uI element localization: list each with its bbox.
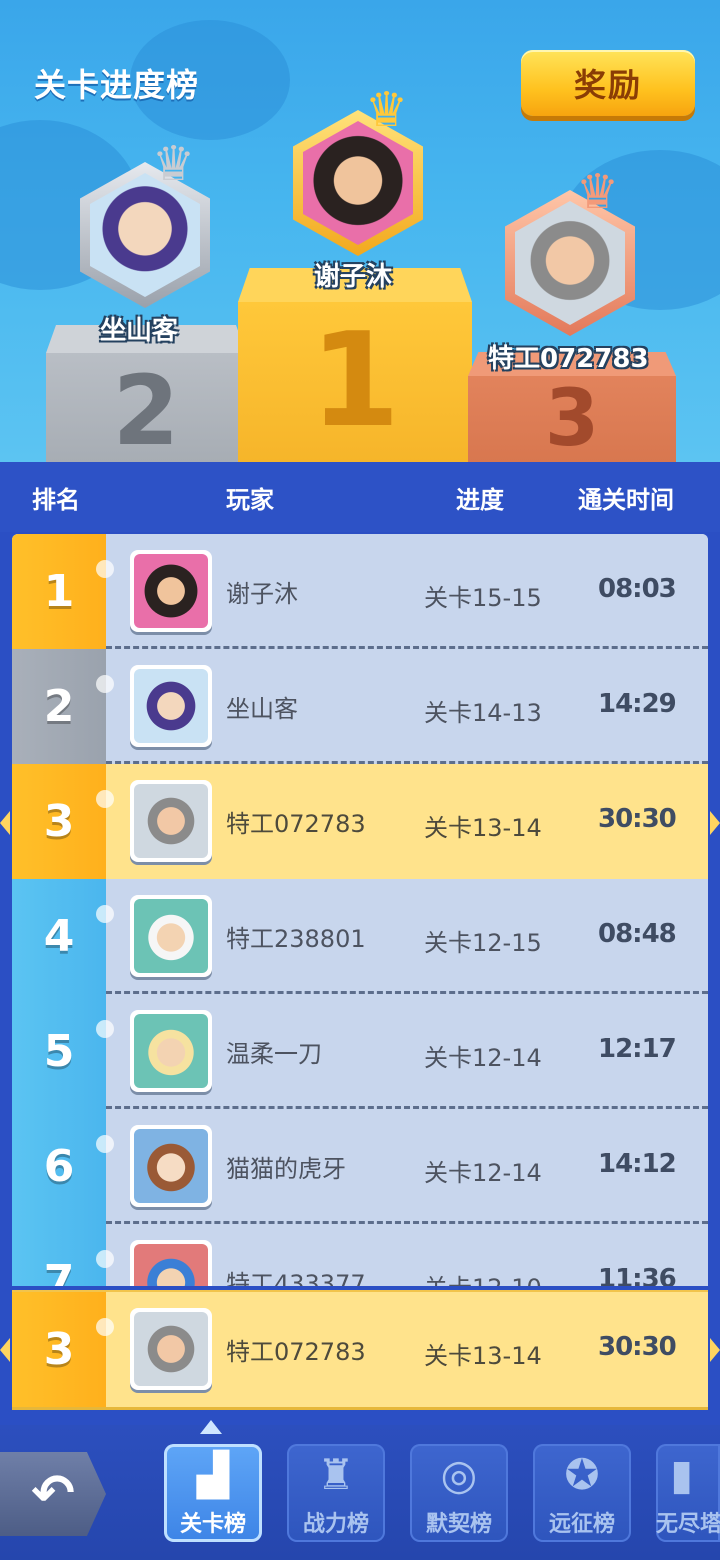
player-name: 谢子沐 [226,580,298,608]
table-row-current-player[interactable]: 3 特工072783 关卡13-14 30:30 [12,764,708,879]
column-player: 玩家 [226,486,274,514]
podium-name-first: 谢子沐 [314,262,393,292]
clear-time: 08:03 [598,574,677,604]
bar-chart-icon: ▮ [670,1450,694,1499]
table-row[interactable]: 6 猫猫的虎牙 关卡12-14 14:12 [12,1109,708,1224]
tab-label: 默契榜 [425,1512,492,1537]
tab-power-rank[interactable]: ♜ 战力榜 [287,1444,385,1542]
player-name: 特工072783 [226,1338,366,1366]
medal-icon: ◎ [440,1450,478,1499]
tab-label: 无尽塔 [656,1512,720,1537]
podium-place-label: 1 [309,304,401,456]
rank-dot [96,560,114,578]
player-progress: 关卡13-14 [424,814,542,842]
clear-time: 30:30 [598,1332,677,1362]
rank-badge: 3 [12,764,106,879]
row-notch-right [710,1338,720,1362]
tab-endless-tower[interactable]: ▮ 无尽塔 [656,1444,720,1542]
player-progress: 关卡12-10 [424,1268,542,1286]
clear-time: 30:30 [598,804,677,834]
undo-arrow-icon: ↶ [31,1464,75,1524]
row-notch-right [710,811,720,835]
table-row[interactable]: 2 坐山客 关卡14-13 14:29 [12,649,708,764]
my-rank-row[interactable]: 3 特工072783 关卡13-14 30:30 [12,1292,708,1407]
avatar[interactable] [130,1125,212,1207]
row-notch-left [0,1338,10,1362]
podium-name-third: 特工072783 [488,344,649,374]
column-progress: 进度 [456,486,504,514]
player-progress: 关卡13-14 [424,1342,542,1370]
player-progress: 关卡12-15 [424,929,542,957]
tab-label: 战力榜 [302,1512,369,1537]
rank-badge: 3 [12,1292,106,1407]
tab-label: 远征榜 [548,1512,615,1537]
player-progress: 关卡12-14 [424,1159,542,1187]
back-button[interactable]: ↶ [0,1452,106,1536]
table-row[interactable]: 4 特工238801 关卡12-15 08:48 [12,879,708,994]
avatar[interactable] [130,780,212,862]
rank-dot [96,675,114,693]
tab-stage-rank[interactable]: ▟ 关卡榜 [164,1444,262,1542]
avatar[interactable] [130,1240,212,1286]
rank-badge: 1 [12,534,106,649]
tab-label: 关卡榜 [179,1512,246,1537]
player-name: 猫猫的虎牙 [226,1155,346,1183]
player-name: 特工433377 [226,1270,366,1286]
clear-time: 08:48 [598,919,677,949]
rank-dot [96,1020,114,1038]
table-row[interactable]: 1 谢子沐 关卡15-15 08:03 [12,534,708,649]
player-name: 特工072783 [226,810,366,838]
rank-badge: 4 [12,879,106,994]
row-notch-left [0,811,10,835]
podium-place-label: 2 [112,355,180,462]
rank-badge: 6 [12,1109,106,1224]
tab-expedition-rank[interactable]: ✪ 远征榜 [533,1444,631,1542]
avatar [303,121,413,245]
reward-button[interactable]: 奖励 [521,50,695,116]
page-title: 关卡进度榜 [34,66,200,104]
column-time: 通关时间 [578,486,674,514]
crown-icon: ♛ [576,164,620,220]
avatar[interactable] [130,895,212,977]
ranking-list[interactable]: 1 谢子沐 关卡15-15 08:03 2 坐山客 关卡14-13 14:29 … [12,534,708,1286]
player-progress: 关卡14-13 [424,699,542,727]
podium-block-first: 1 [238,268,472,462]
crown-icon: ♛ [365,82,409,138]
clear-time: 14:12 [598,1149,677,1179]
player-progress: 关卡15-15 [424,584,542,612]
rank-dot [96,790,114,808]
tab-bond-rank[interactable]: ◎ 默契榜 [410,1444,508,1542]
podium-icon: ▟ [196,1450,230,1499]
podium-name-second: 坐山客 [100,316,179,346]
clear-time: 11:36 [598,1264,677,1286]
clear-time: 14:29 [598,689,677,719]
player-progress: 关卡12-14 [424,1044,542,1072]
rank-dot [96,905,114,923]
avatar[interactable] [130,1010,212,1092]
badge-icon: ✪ [564,1450,600,1499]
column-rank: 排名 [32,486,80,514]
player-name: 坐山客 [226,695,298,723]
table-row[interactable]: 7 特工433377 关卡12-10 11:36 [12,1224,708,1286]
podium-section: 关卡进度榜 奖励 2 1 3 ♛ 坐山客 ♛ 谢子沐 ♛ 特工072783 [0,0,720,462]
rank-dot [96,1250,114,1268]
rank-dot [96,1318,114,1336]
active-tab-indicator [200,1420,222,1434]
table-row[interactable]: 5 温柔一刀 关卡12-14 12:17 [12,994,708,1109]
avatar[interactable] [130,1308,212,1390]
rank-dot [96,1135,114,1153]
crown-icon: ♛ [152,136,196,192]
avatar[interactable] [130,550,212,632]
list-header: 排名 玩家 进度 通关时间 [0,462,720,532]
podium-place-label: 3 [544,374,600,462]
rank-badge: 2 [12,649,106,764]
player-name: 温柔一刀 [226,1040,322,1068]
chess-icon: ♜ [317,1450,355,1499]
avatar[interactable] [130,665,212,747]
clear-time: 12:17 [598,1034,677,1064]
rank-badge: 7 [12,1224,106,1286]
player-name: 特工238801 [226,925,366,953]
rank-badge: 5 [12,994,106,1109]
